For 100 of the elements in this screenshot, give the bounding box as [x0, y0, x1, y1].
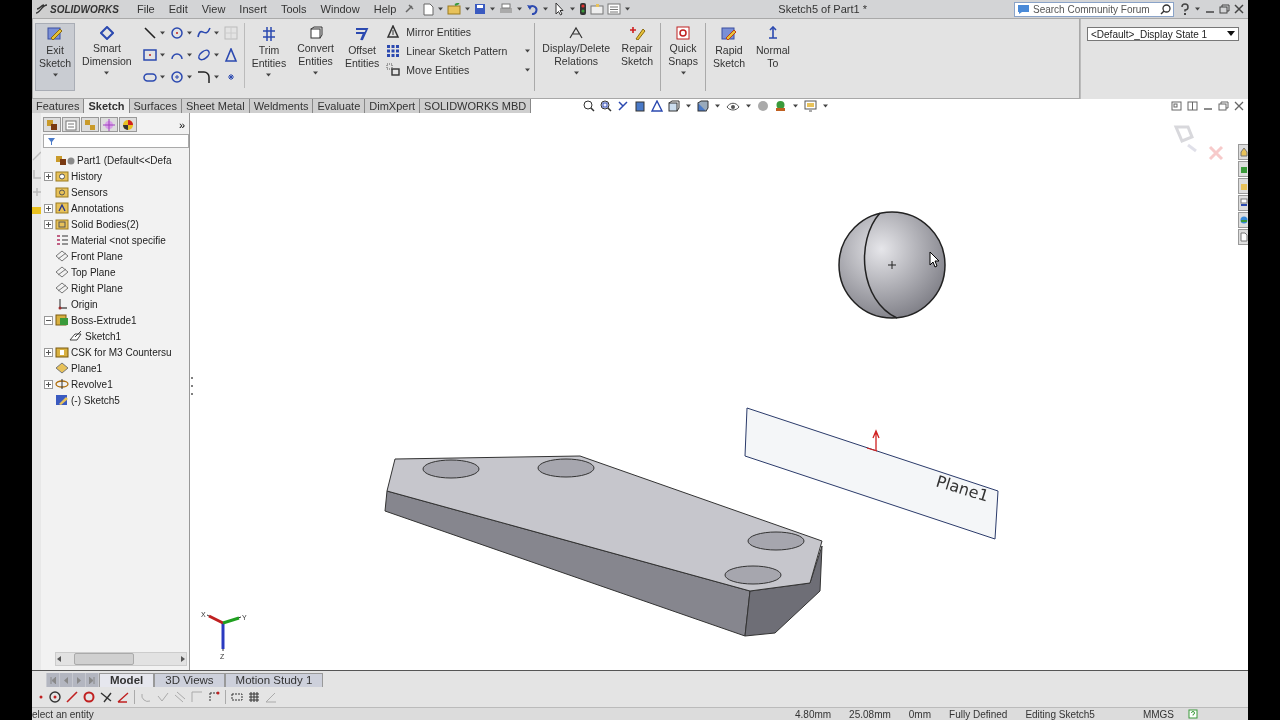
check-faded-icon[interactable] [157, 691, 169, 703]
spline-icon[interactable] [196, 26, 211, 40]
caret-icon[interactable] [185, 52, 193, 58]
dynamic-annotation-icon[interactable] [651, 100, 664, 112]
tree-item[interactable]: Front Plane [71, 250, 123, 262]
circle-icon[interactable] [169, 26, 184, 40]
expander-icon[interactable] [44, 347, 53, 357]
target-icon[interactable] [676, 26, 690, 40]
model-tab[interactable]: Motion Study 1 [224, 673, 324, 687]
tree-item[interactable]: Right Plane [71, 282, 123, 294]
points-icon[interactable] [208, 691, 220, 703]
caret-icon[interactable] [745, 103, 753, 109]
command-tab[interactable]: Sheet Metal [181, 99, 250, 113]
caret-icon[interactable] [51, 72, 59, 78]
scene-icon[interactable] [774, 100, 788, 112]
command-tab[interactable]: Sketch [84, 99, 130, 113]
tree-item[interactable]: Part1 (Default<<Defa [77, 154, 172, 166]
cross-icon[interactable] [100, 691, 112, 703]
tree-item[interactable]: Sketch1 [85, 330, 122, 342]
line-icon[interactable] [142, 26, 157, 40]
cube-icon[interactable] [308, 26, 323, 40]
expander-icon[interactable] [44, 203, 53, 213]
menu-item[interactable]: View [194, 3, 233, 15]
ribbon-button[interactable]: Normal To [752, 23, 794, 91]
caret-icon[interactable] [312, 70, 319, 76]
caret-icon[interactable] [792, 103, 800, 109]
panel-tab[interactable] [119, 117, 137, 132]
ribbon-button[interactable]: Convert Entities [293, 23, 338, 91]
close-icon[interactable] [1234, 4, 1244, 14]
polygon-icon[interactable] [169, 70, 184, 84]
scrollbar[interactable] [55, 652, 187, 666]
splitter-handle-icon[interactable] [190, 375, 194, 397]
rectangle-icon[interactable] [142, 48, 157, 62]
filter-field[interactable] [43, 134, 189, 148]
undo-icon[interactable] [526, 3, 540, 15]
menu-item[interactable]: File [130, 3, 162, 15]
grid-icon[interactable] [248, 691, 260, 703]
caret-icon[interactable] [212, 30, 220, 36]
units-selector[interactable]: MMGS [1142, 708, 1174, 720]
ellipse-icon[interactable] [196, 48, 211, 62]
tile-icon[interactable] [1171, 101, 1182, 111]
grid-lines-icon[interactable] [231, 691, 243, 703]
panel-tab[interactable] [43, 117, 61, 132]
caret-icon[interactable] [265, 72, 273, 78]
ribbon-button[interactable]: Move Entities [386, 63, 532, 76]
ribbon-button[interactable]: Smart Dimension [78, 23, 136, 91]
ribbon-button[interactable]: Mirror Entities [386, 25, 532, 38]
caret-icon[interactable] [569, 6, 577, 12]
menu-item[interactable]: Window [313, 3, 367, 15]
display-state-dropdown[interactable]: <Default>_Display State 1 [1087, 27, 1239, 41]
tile-icon[interactable] [1187, 101, 1198, 111]
zoom-area-icon[interactable] [600, 100, 613, 112]
caret-icon[interactable] [524, 47, 532, 54]
view-orientation-icon[interactable] [668, 100, 681, 112]
hide-show-icon[interactable] [726, 100, 741, 112]
mirror-icon[interactable] [386, 25, 401, 38]
command-tab[interactable]: SOLIDWORKS MBD [420, 99, 532, 113]
point-icon[interactable] [38, 694, 44, 700]
command-tab[interactable]: Features [32, 99, 85, 113]
menu-item[interactable]: Help [366, 3, 404, 15]
caret-icon[interactable] [103, 70, 111, 76]
ribbon-button[interactable]: Linear Sketch Pattern [386, 44, 532, 57]
help-box-icon[interactable] [1188, 709, 1198, 719]
slot-icon[interactable] [142, 70, 157, 84]
ribbon-button[interactable]: Exit Sketch [35, 23, 76, 91]
caret-icon[interactable] [158, 30, 166, 36]
repair-pencil-icon[interactable] [628, 26, 647, 40]
expander-icon[interactable] [44, 171, 53, 181]
model-tab[interactable]: 3D Views [154, 673, 225, 687]
pin-icon[interactable] [403, 3, 416, 15]
model-tab[interactable]: Model [99, 673, 155, 687]
ribbon-button[interactable]: Offset Entities [340, 23, 384, 91]
traffic-light-icon[interactable] [579, 2, 588, 16]
caret-icon[interactable] [572, 70, 580, 76]
tree-item[interactable]: (-) Sketch5 [71, 394, 120, 406]
tree-item[interactable]: Boss-Extrude1 [71, 314, 137, 326]
diamond-icon[interactable] [99, 26, 114, 40]
trim-icon[interactable] [260, 26, 277, 42]
caret-icon[interactable] [516, 6, 524, 12]
dots-grid-icon[interactable] [386, 44, 401, 57]
search-field[interactable]: Search Community Forum [1014, 1, 1174, 17]
tree-item[interactable]: Plane1 [71, 362, 103, 374]
zoom-fit-icon[interactable] [583, 100, 596, 112]
relations-icon[interactable] [568, 26, 585, 40]
caret-icon[interactable] [158, 74, 166, 80]
tree-item[interactable]: Top Plane [71, 266, 116, 278]
tree-item[interactable]: CSK for M3 Countersu [71, 346, 172, 358]
caret-icon[interactable] [524, 66, 532, 73]
tree-item[interactable]: Origin [71, 298, 98, 310]
ring-icon[interactable] [83, 691, 95, 703]
tree-item[interactable]: Sensors [71, 186, 108, 198]
caret-icon[interactable] [679, 70, 687, 76]
tree-item[interactable]: Revolve1 [71, 378, 113, 390]
printer-icon[interactable] [499, 3, 514, 15]
close-icon[interactable] [1234, 101, 1244, 111]
command-tab[interactable]: DimXpert [365, 99, 421, 113]
caret-icon[interactable] [624, 6, 632, 12]
scroll-left-icon[interactable] [56, 655, 62, 663]
menu-item[interactable]: Tools [273, 3, 314, 15]
sketch-exit-icon[interactable] [47, 26, 64, 42]
